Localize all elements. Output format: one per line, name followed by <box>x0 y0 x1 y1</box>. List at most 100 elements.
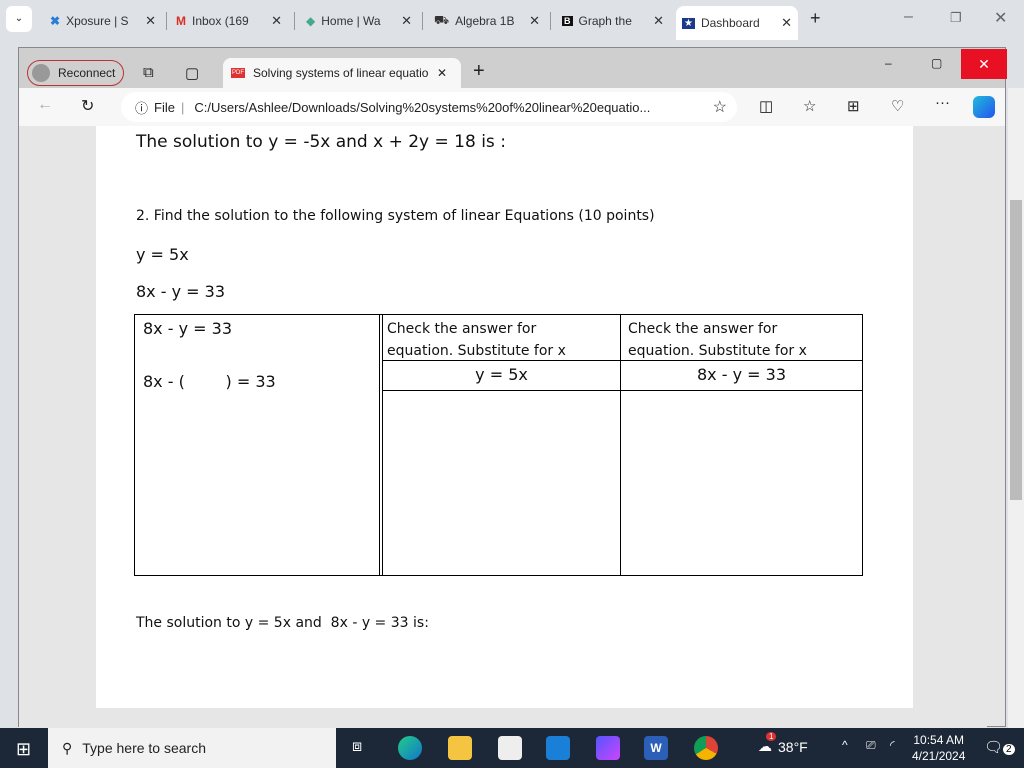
reconnect-label: Reconnect <box>58 66 116 80</box>
outer-scrollbar-thumb[interactable] <box>1010 200 1022 500</box>
workspaces-icon[interactable]: ⧉ <box>143 64 154 81</box>
info-icon: ⓘ <box>135 100 149 116</box>
back-button[interactable]: ← <box>37 96 53 114</box>
refresh-button[interactable]: ↻ <box>81 96 94 116</box>
pdf-page: The solution to y = -5x and x + 2y = 18 … <box>96 126 913 708</box>
edge-app-icon[interactable] <box>398 736 422 760</box>
chrome-tab-graph[interactable]: B Graph the ✕ <box>556 8 670 34</box>
b-icon: B <box>562 16 573 26</box>
mail-icon[interactable] <box>546 736 570 760</box>
split-screen-icon[interactable]: ◫ <box>759 97 773 115</box>
edge-window: Reconnect ⧉ ▢ PDF Solving systems of lin… <box>18 47 1007 728</box>
previous-solution-text: The solution to y = -5x and x + 2y = 18 … <box>136 132 506 152</box>
shield-star-icon: ★ <box>682 17 695 29</box>
date: 4/21/2024 <box>912 749 966 763</box>
taskbar-search[interactable]: ⚲ Type here to search <box>48 728 336 768</box>
address-bar[interactable]: ⓘ File | C:/Users/Ashlee/Downloads/Solvi… <box>121 92 737 122</box>
chrome-tab-home[interactable]: ◆ Home | Wa ✕ <box>300 8 418 34</box>
solution-text: The solution to y = 5x and 8x - y = 33 i… <box>136 615 429 631</box>
search-placeholder: Type here to search <box>82 740 207 756</box>
meet-now-icon[interactable]: ⎚ <box>866 738 876 753</box>
tab-title: Solving systems of linear equatio <box>253 66 429 80</box>
pdf-icon: PDF <box>231 68 245 78</box>
favorite-star-icon[interactable]: ☆ <box>713 97 727 117</box>
word-icon[interactable]: W <box>644 736 668 760</box>
weather-cloud-icon: ☁ 1 <box>758 732 777 755</box>
weather-widget[interactable]: ☁ 1 38°F <box>758 732 808 755</box>
tab-search-button[interactable]: ⌄ <box>6 6 32 32</box>
chrome-icon[interactable] <box>694 736 718 760</box>
question-2: 2. Find the solution to the following sy… <box>136 208 655 224</box>
edge-title-bar: Reconnect ⧉ ▢ PDF Solving systems of lin… <box>19 48 1007 88</box>
close-icon[interactable]: ✕ <box>781 15 792 31</box>
file-label: File <box>154 99 175 115</box>
close-icon[interactable]: ✕ <box>271 13 282 29</box>
notification-count: 2 <box>1003 744 1015 755</box>
work-table: 8x - y = 33 8x - ( ) = 33 Check the answ… <box>134 314 863 576</box>
search-icon: ⚲ <box>62 739 73 756</box>
start-button[interactable]: ⊞ <box>16 739 31 760</box>
chrome-tab-xposure[interactable]: ✖ Xposure | S ✕ <box>44 8 162 34</box>
copilot-icon[interactable] <box>973 96 995 118</box>
close-window-button[interactable]: ✕ <box>994 8 1007 28</box>
url-text: C:/Users/Ashlee/Downloads/Solving%20syst… <box>194 99 651 115</box>
pdf-viewer: The solution to y = -5x and x + 2y = 18 … <box>19 126 987 728</box>
tab-label: Graph the <box>578 14 632 28</box>
outer-scrollbar[interactable] <box>1008 88 1024 728</box>
tab-label: Dashboard <box>700 16 760 30</box>
close-icon[interactable]: ✕ <box>529 13 540 29</box>
tab-label: Inbox (169 <box>192 14 249 28</box>
tab-label: Algebra 1B <box>455 14 515 28</box>
chrome-tab-inbox[interactable]: M Inbox (169 ✕ <box>170 8 288 34</box>
wifi-icon[interactable]: ◜ <box>890 738 895 752</box>
col2-header: Check the answer for equation. Substitut… <box>387 321 566 359</box>
task-view-icon[interactable]: ⧈ <box>352 738 362 756</box>
restore-button[interactable]: ❐ <box>950 10 962 26</box>
maximize-button[interactable]: ▢ <box>931 56 942 70</box>
reconnect-button[interactable]: Reconnect <box>27 60 124 86</box>
equation-1: y = 5x <box>136 245 189 264</box>
minimize-button[interactable]: – <box>904 8 913 26</box>
home-icon: ◆ <box>306 14 316 28</box>
collections-icon[interactable]: ⊞ <box>847 97 860 115</box>
new-tab-button[interactable]: + <box>473 60 485 83</box>
close-icon[interactable]: ✕ <box>437 66 447 80</box>
chrome-tab-dashboard[interactable]: ★ Dashboard ✕ <box>676 6 798 40</box>
col1-line1: 8x - y = 33 <box>143 319 232 338</box>
time: 10:54 AM <box>913 733 965 747</box>
store-icon[interactable] <box>498 736 522 760</box>
chrome-tab-algebra[interactable]: ⛟ Algebra 1B ✕ <box>428 8 546 34</box>
taskbar: ⊞ ⚲ Type here to search ⧈ W ☁ 1 38°F ^ ⎚ ◜… <box>0 728 1024 768</box>
close-icon[interactable]: ✕ <box>653 13 664 29</box>
close-icon[interactable]: ✕ <box>145 13 156 29</box>
copilot-app-icon[interactable] <box>596 736 620 760</box>
col2-equation: y = 5x <box>475 365 528 384</box>
tab-label: Xposure | S <box>66 14 129 28</box>
chrome-tab-bar: ⌄ ✖ Xposure | S ✕ M Inbox (169 ✕ ◆ Home | Wa ✕… <box>0 0 1024 40</box>
clock[interactable]: 10:54 AM 4/21/2024 <box>912 732 965 764</box>
notifications-icon[interactable]: 🗨 2 <box>984 738 1015 756</box>
edge-toolbar: ← ↻ ⓘ File | C:/Users/Ashlee/Downloads/S… <box>19 88 1005 126</box>
new-tab-button[interactable]: + <box>810 8 821 29</box>
close-button[interactable]: ✕ <box>961 49 1007 79</box>
equation-2: 8x - y = 33 <box>136 282 225 301</box>
file-explorer-icon[interactable] <box>448 736 472 760</box>
tab-label: Home | Wa <box>321 14 381 28</box>
browser-essentials-icon[interactable]: ♡ <box>891 97 904 115</box>
close-icon[interactable]: ✕ <box>401 13 412 29</box>
gmail-icon: M <box>176 14 186 28</box>
pdf-tab[interactable]: PDF Solving systems of linear equatio ✕ <box>223 58 461 88</box>
col3-equation: 8x - y = 33 <box>697 365 786 384</box>
col3-header: Check the answer for equation. Substitut… <box>628 321 807 359</box>
favorites-icon[interactable]: ☆ <box>803 97 816 115</box>
vertical-tabs-icon[interactable]: ▢ <box>185 64 199 82</box>
show-hidden-icons[interactable]: ^ <box>842 738 848 752</box>
weather-badge: 1 <box>766 732 777 741</box>
avatar <box>32 64 50 82</box>
minimize-button[interactable]: – <box>885 56 892 70</box>
algebra-icon: ⛟ <box>434 13 450 27</box>
more-options-icon[interactable]: ··· <box>935 94 950 111</box>
weather-temp: 38°F <box>778 738 808 755</box>
xposure-icon: ✖ <box>50 14 61 28</box>
col1-line2: 8x - ( ) = 33 <box>143 372 276 391</box>
